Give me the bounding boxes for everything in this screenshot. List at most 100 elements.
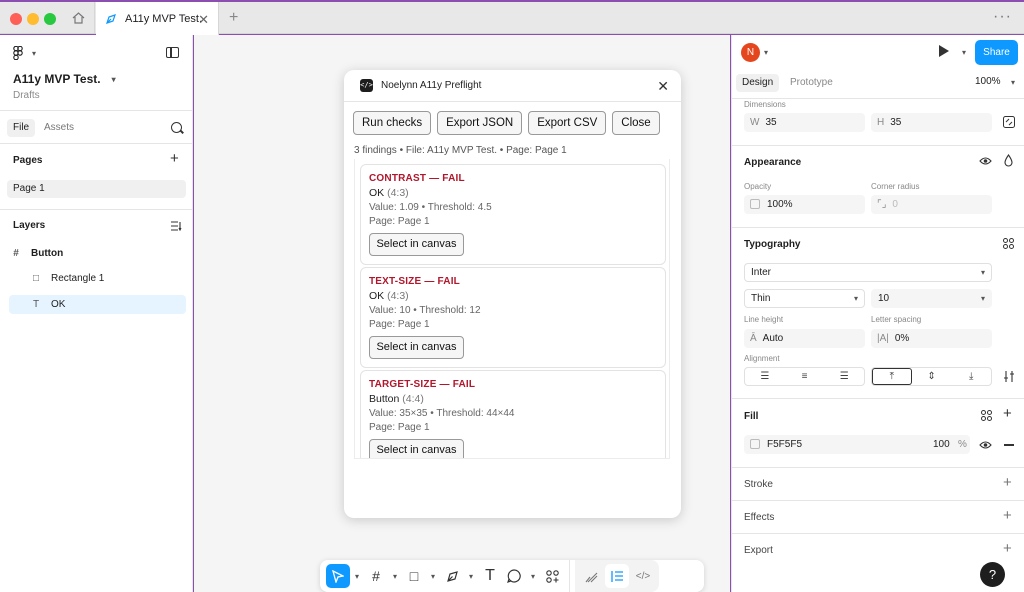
fill-swatch[interactable] (750, 439, 760, 450)
more-options-icon[interactable]: ··· (993, 8, 1012, 26)
align-middle-icon[interactable]: ⇕ (912, 368, 952, 385)
home-tab[interactable] (63, 2, 95, 34)
font-family-select[interactable]: Inter ▾ (744, 263, 992, 282)
zoom-window-button[interactable] (44, 13, 56, 25)
cursor-icon (332, 569, 344, 583)
tab-file[interactable]: File (7, 119, 36, 137)
select-in-canvas-button[interactable]: Select in canvas (369, 439, 464, 458)
export-json-button[interactable]: Export JSON (437, 111, 523, 135)
align-left-icon[interactable]: ☰ (745, 368, 785, 385)
opacity-field[interactable]: 100% (744, 195, 865, 214)
text-tool-button[interactable]: T (478, 564, 502, 588)
draw-mode-button[interactable] (579, 564, 603, 588)
select-in-canvas-button[interactable]: Select in canvas (369, 336, 464, 359)
tab-prototype[interactable]: Prototype (784, 74, 839, 92)
finding-node: OK (4:3) (369, 290, 657, 302)
layer-list-options-icon[interactable] (171, 221, 182, 231)
drop-icon[interactable] (1004, 154, 1013, 167)
line-height-label: Line height (744, 315, 784, 324)
chevron-down-icon[interactable]: ▾ (962, 48, 966, 57)
divider (0, 110, 193, 111)
tab-assets[interactable]: Assets (38, 119, 80, 137)
document-title[interactable]: A11y MVP Test. ▾ (13, 72, 121, 86)
layer-item-rectangle-1[interactable]: □ Rectangle 1 (9, 269, 186, 288)
width-prefix: W (750, 117, 760, 128)
search-icon[interactable] (171, 122, 182, 133)
file-tab-title: A11y MVP Test. (125, 12, 203, 25)
close-button[interactable]: Close (612, 111, 660, 135)
font-size-field[interactable]: 10 ▾ (871, 289, 992, 308)
mode-switcher: </> (575, 560, 659, 592)
main-menu-button[interactable]: ▾ (13, 46, 41, 60)
fill-styles-icon[interactable] (981, 410, 992, 421)
finding-card: TEXT-SIZE — FAIL OK (4:3) Value: 10 • Th… (360, 267, 666, 368)
new-tab-button[interactable]: + (229, 9, 238, 27)
zoom-level[interactable]: 100% (975, 76, 1001, 87)
resize-to-fit-icon[interactable] (1003, 116, 1015, 128)
move-tool-button[interactable] (326, 564, 350, 588)
design-mode-button[interactable] (605, 564, 629, 588)
finding-node: Button (4:4) (369, 393, 657, 405)
frame-tool-button[interactable]: # (364, 564, 388, 588)
pen-tool-button[interactable] (440, 564, 464, 588)
letter-spacing-field[interactable]: |A| 0% (871, 329, 992, 348)
add-fill-icon[interactable]: + (1003, 405, 1012, 422)
remove-fill-icon[interactable] (1004, 444, 1014, 446)
add-export-icon[interactable]: + (1003, 540, 1012, 557)
layer-item-ok[interactable]: T OK (9, 295, 186, 314)
node-id: (4:3) (387, 187, 409, 199)
canvas[interactable]: </> Noelynn A11y Preflight ✕ Run checks … (194, 35, 730, 592)
align-center-icon[interactable]: ≡ (785, 368, 825, 385)
height-field[interactable]: H 35 (871, 113, 992, 132)
export-csv-button[interactable]: Export CSV (528, 111, 607, 135)
avatar[interactable]: N (741, 43, 760, 62)
add-effect-icon[interactable]: + (1003, 507, 1012, 524)
line-height-icon: Ā (750, 333, 757, 344)
dev-mode-button[interactable]: </> (631, 564, 655, 588)
add-stroke-icon[interactable]: + (1003, 474, 1012, 491)
actions-button[interactable] (540, 564, 564, 588)
layer-item-button[interactable]: # Button (9, 244, 186, 263)
add-page-icon[interactable]: + (170, 150, 179, 167)
run-checks-button[interactable]: Run checks (353, 111, 432, 135)
chevron-down-icon[interactable]: ▾ (764, 48, 768, 57)
chevron-down-icon[interactable]: ▾ (464, 572, 478, 581)
effects-heading: Effects (744, 512, 775, 523)
eye-icon[interactable] (979, 156, 992, 166)
chevron-down-icon[interactable]: ▾ (526, 572, 540, 581)
eye-icon[interactable] (979, 440, 992, 450)
chevron-down-icon: ▾ (853, 294, 858, 303)
align-right-icon[interactable]: ☰ (824, 368, 864, 385)
chevron-down-icon[interactable]: ▾ (1011, 78, 1015, 87)
align-top-icon[interactable]: ⤒ (872, 368, 912, 385)
page-item-page-1[interactable]: Page 1 (7, 180, 186, 198)
chevron-down-icon[interactable]: ▾ (350, 572, 364, 581)
minimize-window-button[interactable] (27, 13, 39, 25)
toggle-sidebar-icon[interactable] (166, 47, 179, 58)
chevron-down-icon[interactable]: ▾ (388, 572, 402, 581)
share-button[interactable]: Share (975, 40, 1018, 65)
type-settings-icon[interactable] (1003, 371, 1015, 382)
align-bottom-icon[interactable]: ⤓ (951, 368, 991, 385)
present-play-icon[interactable] (939, 45, 949, 57)
width-field[interactable]: W 35 (744, 113, 865, 132)
appearance-heading: Appearance (744, 157, 802, 168)
findings-list[interactable]: CONTRAST — FAIL OK (4:3) Value: 1.09 • T… (354, 159, 670, 459)
fill-color-field[interactable]: F5F5F5 100 % (744, 435, 970, 454)
help-button[interactable]: ? (980, 562, 1005, 587)
tab-design[interactable]: Design (736, 74, 780, 92)
comment-tool-button[interactable] (502, 564, 526, 588)
type-styles-icon[interactable] (1003, 238, 1014, 249)
close-tab-icon[interactable]: ✕ (198, 12, 209, 28)
close-window-button[interactable] (10, 13, 22, 25)
select-in-canvas-button[interactable]: Select in canvas (369, 233, 464, 256)
shape-tool-button[interactable]: □ (402, 564, 426, 588)
line-height-field[interactable]: Ā Auto (744, 329, 865, 348)
node-id: (4:4) (402, 393, 424, 405)
font-weight-select[interactable]: Thin ▾ (744, 289, 865, 308)
file-tab[interactable]: A11y MVP Test. ✕ (96, 2, 219, 35)
corner-radius-field[interactable]: ⌜⌟ 0 (871, 195, 992, 214)
close-icon[interactable]: ✕ (657, 78, 669, 95)
code-icon: </> (360, 79, 373, 92)
chevron-down-icon[interactable]: ▾ (426, 572, 440, 581)
